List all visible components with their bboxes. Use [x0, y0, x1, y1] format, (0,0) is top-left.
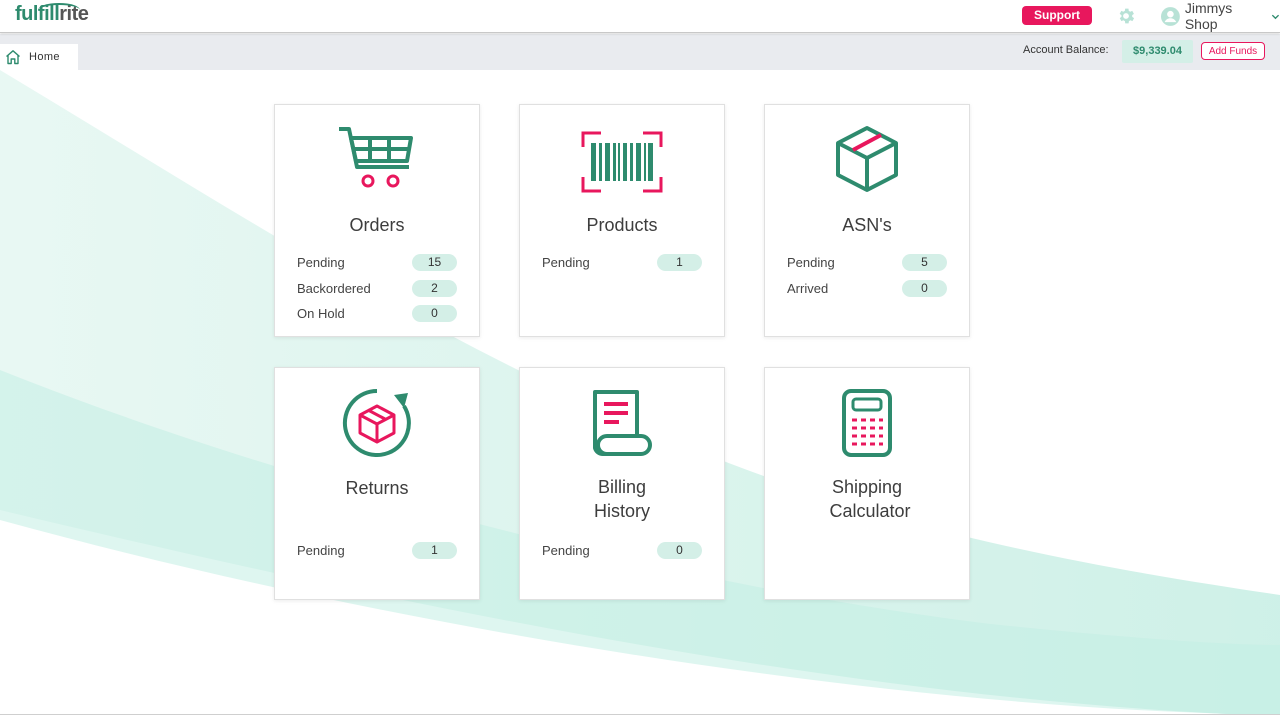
card-title: Billing History: [593, 477, 650, 521]
calculator-icon: [842, 389, 892, 457]
invoice-icon: [593, 390, 652, 456]
card-title: Products: [586, 215, 658, 235]
stat-row-arrived[interactable]: Arrived 0: [787, 276, 947, 302]
logo-arc: [38, 3, 80, 17]
card-returns[interactable]: Returns Pending 1: [274, 367, 480, 600]
card-orders[interactable]: Orders Pending 15 Backordered 2 On Hold 0: [274, 104, 480, 337]
barcode-icon: [581, 131, 663, 193]
user-circle-icon: [1161, 6, 1180, 26]
card-title: Shipping Calculator: [829, 477, 911, 521]
return-box-icon: [342, 388, 411, 457]
support-button[interactable]: Support: [1022, 6, 1092, 25]
sub-navbar: Home Account Balance: $9,339.04 Add Fund…: [0, 34, 1280, 70]
chevron-down-icon: [1271, 14, 1280, 19]
card-products[interactable]: Products Pending 1: [519, 104, 725, 337]
card-shipping-calculator[interactable]: Shipping Calculator: [764, 367, 970, 600]
card-title: Returns: [345, 478, 409, 498]
count-badge: 1: [657, 254, 702, 272]
card-title: Orders: [349, 215, 405, 235]
card-asns[interactable]: ASN's Pending 5 Arrived 0: [764, 104, 970, 337]
footer-divider: [0, 714, 1280, 715]
count-badge: 1: [412, 542, 457, 560]
tab-home-label: Home: [29, 51, 60, 63]
user-menu[interactable]: Jimmys Shop: [1161, 0, 1280, 32]
top-navbar: fulfillrite Support Jimmys Shop: [0, 0, 1280, 33]
stat-row-pending[interactable]: Pending 1: [542, 250, 702, 276]
stat-row-pending[interactable]: Pending 0: [542, 538, 702, 564]
count-badge: 2: [412, 279, 457, 297]
home-icon: [6, 50, 20, 65]
card-billing-history[interactable]: Billing History Pending 0: [519, 367, 725, 600]
box-icon: [836, 126, 898, 192]
stat-row-pending[interactable]: Pending 1: [297, 538, 457, 564]
add-funds-button[interactable]: Add Funds: [1201, 42, 1265, 60]
count-badge: 0: [657, 542, 702, 560]
gear-icon[interactable]: [1116, 6, 1136, 26]
tab-home[interactable]: Home: [0, 44, 78, 70]
user-name: Jimmys Shop: [1184, 0, 1233, 32]
count-badge: 0: [902, 279, 947, 297]
stat-row-on-hold[interactable]: On Hold 0: [297, 301, 457, 327]
stat-row-pending[interactable]: Pending 5: [787, 250, 947, 276]
count-badge: 0: [412, 305, 457, 323]
count-badge: 5: [902, 254, 947, 272]
account-balance-label: Account Balance:: [1023, 44, 1109, 56]
card-title: ASN's: [842, 215, 892, 235]
stat-row-backordered[interactable]: Backordered 2: [297, 276, 457, 302]
shopping-cart-icon: [339, 127, 413, 188]
count-badge: 15: [412, 254, 457, 272]
account-balance-value: $9,339.04: [1122, 40, 1193, 63]
stat-row-pending[interactable]: Pending 15: [297, 250, 457, 276]
